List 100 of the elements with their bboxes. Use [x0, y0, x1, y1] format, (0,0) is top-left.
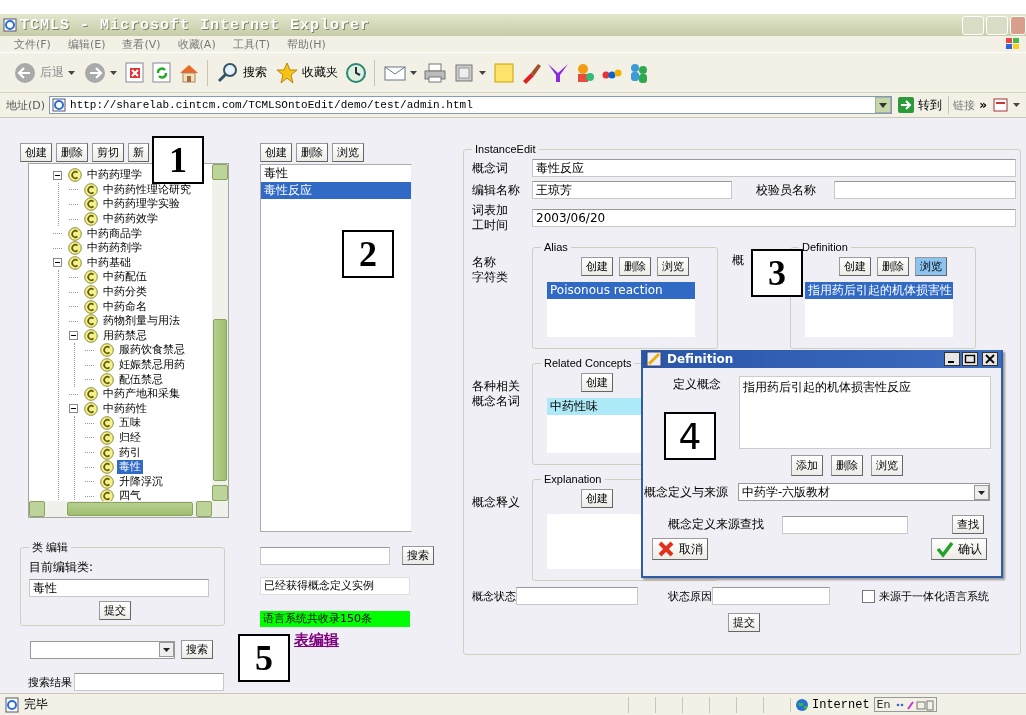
- list-item[interactable]: 指用药后引起的机体损害性: [805, 282, 953, 299]
- search-button[interactable]: 搜索: [215, 61, 269, 84]
- address-field[interactable]: http://sharelab.cintcm.com/TCMLSOntoEdit/demo/test/admin.html: [49, 96, 893, 114]
- tree-item[interactable]: 中药药理学: [85, 168, 144, 183]
- favorites-button[interactable]: 收藏夹: [274, 61, 340, 84]
- input-field[interactable]: 毒性反应: [532, 159, 1016, 177]
- confirm-button[interactable]: 确认: [931, 538, 987, 560]
- action-button[interactable]: 创建: [581, 257, 613, 276]
- text-area[interactable]: 指用药后引起的机体损害性反应: [739, 376, 991, 449]
- tree-item[interactable]: 服药饮食禁忌: [117, 343, 187, 358]
- tree-item[interactable]: 药引: [117, 445, 143, 460]
- action-button[interactable]: 创建: [581, 373, 613, 392]
- input-field[interactable]: [712, 587, 830, 605]
- vertical-scrollbar[interactable]: [212, 164, 228, 501]
- action-button[interactable]: 创建: [20, 143, 52, 162]
- tree-item[interactable]: 配伍禁忌: [117, 372, 165, 387]
- tree-item[interactable]: 归经: [117, 431, 143, 445]
- minimize-button[interactable]: [944, 352, 960, 366]
- tree-item[interactable]: 中药药理学实验: [101, 197, 182, 212]
- action-button[interactable]: 删除: [296, 143, 328, 162]
- menu-item[interactable]: 工具(T): [232, 36, 270, 52]
- action-button[interactable]: 浏览: [332, 143, 364, 162]
- tree-item[interactable]: 五味: [117, 416, 143, 431]
- expand-toggle[interactable]: [53, 258, 62, 268]
- expand-toggle[interactable]: [53, 170, 62, 180]
- action-button[interactable]: 创建: [839, 257, 871, 276]
- forward-button[interactable]: [82, 61, 119, 84]
- people-icon[interactable]: [628, 61, 650, 84]
- list-item[interactable]: Poisonous reaction: [547, 282, 695, 299]
- action-button[interactable]: 删除: [831, 455, 863, 476]
- checkbox[interactable]: [862, 589, 875, 603]
- action-button[interactable]: 浏览: [657, 257, 689, 276]
- list-item[interactable]: 毒性反应: [261, 182, 411, 199]
- tree-item[interactable]: 用药禁忌: [101, 328, 149, 343]
- action-button[interactable]: 删除: [56, 143, 88, 162]
- tree-item[interactable]: 中药药剂学: [85, 241, 144, 256]
- action-button[interactable]: 浏览: [915, 257, 947, 276]
- refresh-icon[interactable]: [151, 61, 173, 84]
- more-chevron[interactable]: »: [979, 98, 987, 112]
- tree-item[interactable]: 妊娠禁忌用药: [117, 358, 187, 372]
- links-label[interactable]: 链接: [953, 97, 976, 113]
- search-field[interactable]: [260, 546, 390, 565]
- language-bar[interactable]: En: [873, 697, 937, 712]
- go-button[interactable]: 转到: [896, 96, 945, 114]
- dropdown-icon[interactable]: [875, 97, 892, 113]
- cancel-button[interactable]: 取消: [652, 538, 708, 560]
- history-icon[interactable]: [345, 61, 367, 84]
- menu-item[interactable]: 帮助(H): [287, 36, 326, 52]
- input-field[interactable]: [516, 587, 638, 605]
- action-button[interactable]: 创建: [260, 143, 292, 162]
- check-icon: [936, 540, 954, 558]
- action-button[interactable]: 删除: [877, 257, 909, 276]
- tree-item[interactable]: 中药药性理论研究: [101, 182, 193, 197]
- action-button[interactable]: 创建: [581, 489, 613, 508]
- input-field[interactable]: 王琼芳: [532, 181, 732, 199]
- input-field[interactable]: 2003/06/20: [532, 209, 1016, 227]
- menu-item[interactable]: 收藏(A): [177, 36, 216, 52]
- dropdown-field[interactable]: 中药学-六版教材: [738, 483, 990, 501]
- input-field[interactable]: 毒性: [29, 579, 209, 597]
- search-button[interactable]: 搜索: [181, 640, 213, 659]
- input-field[interactable]: [782, 515, 908, 534]
- printer-icon[interactable]: [424, 61, 446, 84]
- tree-item[interactable]: 升降浮沉: [117, 474, 165, 489]
- tree-item[interactable]: 毒性: [117, 460, 143, 475]
- tree-item[interactable]: 中药药性: [101, 401, 149, 416]
- horizontal-scrollbar[interactable]: [29, 501, 228, 517]
- submit-button[interactable]: 提交: [99, 601, 131, 620]
- close-button[interactable]: [982, 352, 998, 366]
- action-button[interactable]: 删除: [619, 257, 651, 276]
- tree-item[interactable]: 四气: [117, 489, 143, 501]
- search-button[interactable]: 搜索: [402, 546, 434, 565]
- maximize-button[interactable]: [962, 352, 978, 366]
- menu-item[interactable]: 查看(V): [122, 36, 161, 52]
- tree-item[interactable]: 药物剂量与用法: [101, 314, 182, 329]
- menu-item[interactable]: 文件(F): [14, 36, 51, 52]
- find-button[interactable]: 查找: [952, 515, 984, 534]
- action-button[interactable]: 浏览: [871, 455, 903, 476]
- dropdown-field[interactable]: [30, 640, 175, 659]
- tree-item[interactable]: 中药配伍: [101, 270, 149, 285]
- action-button[interactable]: 添加: [791, 455, 823, 476]
- input-field[interactable]: [834, 181, 1016, 199]
- expand-toggle[interactable]: [69, 331, 78, 341]
- tree-item[interactable]: 中药产地和采集: [101, 387, 182, 402]
- menu-item[interactable]: 编辑(E): [67, 36, 106, 52]
- tree-item[interactable]: 中药药效学: [101, 212, 160, 227]
- action-button[interactable]: 新: [128, 143, 149, 162]
- links-menu-button[interactable]: [991, 97, 1022, 113]
- tree-item[interactable]: 中药商品学: [85, 226, 144, 241]
- expand-toggle[interactable]: [69, 404, 78, 414]
- submit-button[interactable]: 提交: [728, 613, 760, 632]
- link[interactable]: 表编辑: [294, 631, 339, 650]
- list-item[interactable]: 毒性: [261, 165, 411, 182]
- tree-item[interactable]: 中药基础: [85, 255, 133, 270]
- funnel-icon[interactable]: [547, 61, 569, 84]
- action-button[interactable]: 剪切: [92, 143, 124, 162]
- tree-item[interactable]: 中药分类: [101, 285, 149, 300]
- stop-icon[interactable]: [124, 61, 146, 84]
- input-field[interactable]: [74, 673, 224, 691]
- tree-item[interactable]: 中药命名: [101, 299, 149, 314]
- page-icon: [52, 98, 67, 112]
